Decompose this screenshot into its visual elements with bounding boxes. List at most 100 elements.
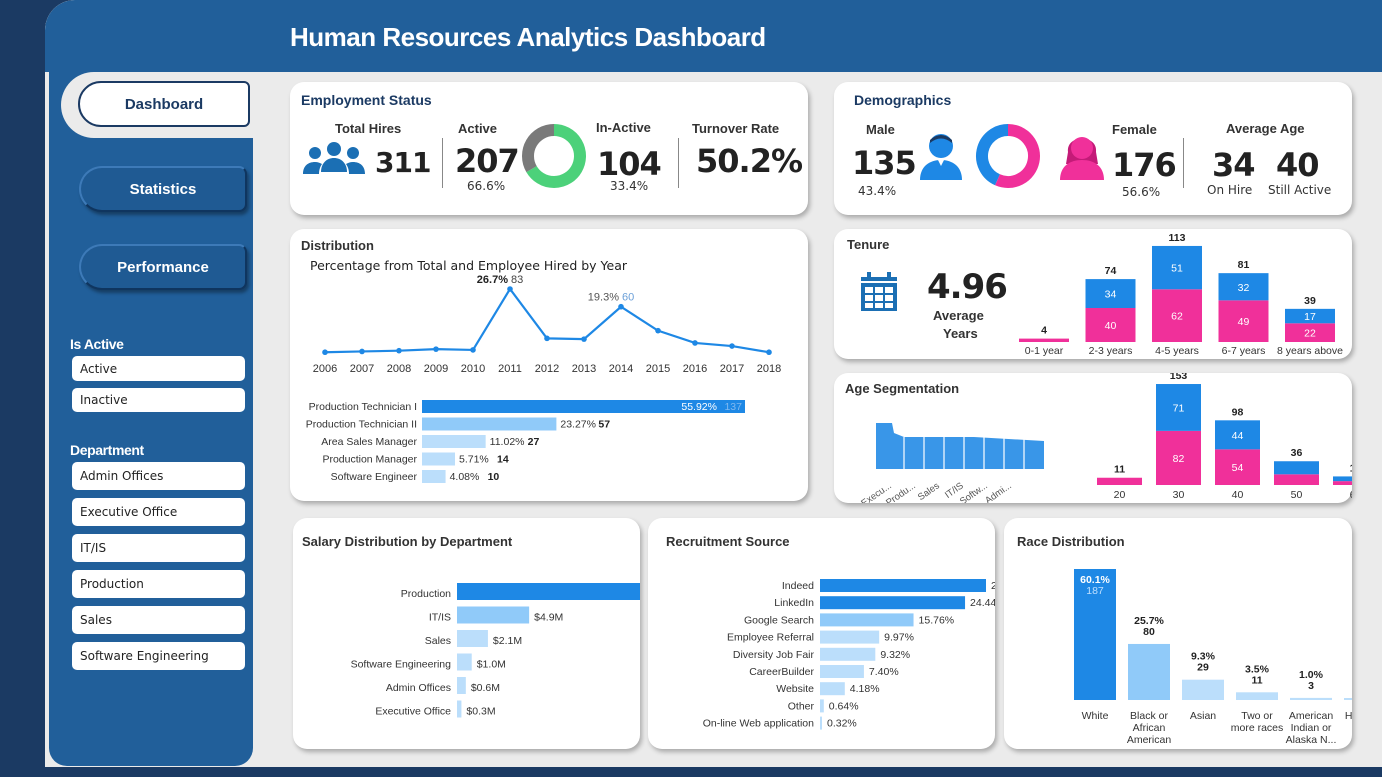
- bar-category-label: IT/IS: [429, 612, 451, 624]
- bar-category-label: Diversity Job Fair: [733, 649, 815, 661]
- bar-category-label: Indeed: [782, 580, 814, 592]
- bar-value-label: 0.32%: [827, 718, 857, 730]
- bar: [820, 630, 880, 644]
- filter-dept-production[interactable]: Production: [72, 570, 245, 598]
- data-point: [470, 347, 476, 353]
- bar-count-label: 3: [1308, 680, 1314, 692]
- average-label: Average: [933, 308, 984, 323]
- bar-category-label: Admin Offices: [386, 682, 451, 694]
- x-tick-label: 40: [1232, 489, 1244, 501]
- age-department-ribbon-chart: Execu...Produ...Sales IT/ISSoftw...Admi..…: [859, 423, 1044, 503]
- filter-option-active[interactable]: Active: [72, 356, 245, 381]
- bar: [820, 699, 824, 713]
- x-tick-label: Black or: [1130, 710, 1168, 722]
- x-tick-label: 2-3 years: [1089, 345, 1133, 357]
- distribution-card: Distribution Percentage from Total and E…: [290, 229, 808, 501]
- bar-value-label: 9.97%: [884, 632, 914, 644]
- active-inactive-donut-chart: [522, 124, 586, 188]
- card-title: Distribution: [301, 238, 374, 253]
- bar-segment-label: 51: [1171, 263, 1183, 275]
- x-tick-label: American: [1127, 734, 1172, 746]
- x-tick-label: Two or: [1241, 710, 1273, 722]
- filter-dept-executive-office[interactable]: Executive Office: [72, 498, 245, 526]
- card-title: Race Distribution: [1017, 534, 1125, 549]
- male-value: 135: [852, 144, 917, 182]
- x-tick-label: 2013: [572, 363, 596, 375]
- bar-pct-label: 11.02%: [490, 436, 525, 448]
- divider: [442, 138, 443, 188]
- recruitment-source-bar-chart: Indeed 27.97% LinkedIn 24.44% Google Search 1…: [703, 579, 995, 730]
- bar-category-label: Executive Office: [375, 706, 451, 718]
- filter-dept-sales[interactable]: Sales: [72, 606, 245, 634]
- bar-segment-label: 54: [1232, 462, 1244, 474]
- bar-category-label: Other: [788, 700, 815, 712]
- x-tick-label: 2007: [350, 363, 374, 375]
- filter-dept-admin-offices[interactable]: Admin Offices: [72, 462, 245, 490]
- bar-category-label: Production Technician II: [306, 419, 417, 431]
- female-label: Female: [1112, 122, 1157, 137]
- bar: [1182, 679, 1224, 700]
- filter-option-inactive[interactable]: Inactive: [72, 388, 245, 412]
- data-point: [581, 336, 587, 342]
- data-point: [396, 347, 402, 354]
- donut-slice-female: [995, 124, 1040, 188]
- bar-segment-label: 44: [1232, 430, 1244, 442]
- x-tick-label: 0-1 year: [1025, 345, 1064, 357]
- female-person-icon: [1060, 137, 1104, 180]
- nav-statistics-button[interactable]: Statistics: [79, 166, 247, 212]
- data-label-count: 60: [622, 292, 634, 304]
- bar: [1290, 697, 1332, 700]
- x-tick-label: 20: [1114, 489, 1126, 501]
- is-active-filter-label: Is Active: [70, 336, 124, 352]
- bar: [1236, 692, 1278, 700]
- bar-segment-label: 49: [1238, 316, 1250, 328]
- bar-total-label: 98: [1232, 406, 1244, 418]
- nav-dashboard-button[interactable]: Dashboard: [78, 81, 250, 127]
- inactive-label: In-Active: [596, 120, 651, 135]
- female-value: 176: [1112, 146, 1177, 184]
- bar-category-label: Production Technician I: [309, 401, 417, 413]
- bar-pct-label: 5.71%: [459, 454, 489, 466]
- turnover-rate-label: Turnover Rate: [692, 121, 780, 136]
- calendar-icon: [861, 272, 897, 311]
- x-tick-label: 2010: [461, 363, 485, 375]
- bar-category-label: Sales: [425, 635, 451, 647]
- bar-count-label: 57: [598, 419, 610, 431]
- bar: [820, 716, 822, 730]
- race-distribution-card: Race Distribution 60.1% 187 White 25.7% 80 Bl…: [1004, 518, 1352, 749]
- donut-slice-inactive: [522, 124, 555, 173]
- bar-value-label: $2.1M: [493, 635, 522, 647]
- x-tick-label: 2018: [757, 363, 781, 375]
- bar-value-label: 4.18%: [850, 683, 880, 695]
- active-label: Active: [458, 121, 498, 136]
- bar-total-label: 153: [1170, 373, 1188, 382]
- bar-segment-female: [1019, 338, 1069, 342]
- card-title: Employment Status: [301, 92, 432, 108]
- data-point: [544, 335, 550, 342]
- bar: [457, 700, 462, 718]
- x-tick-label: 2015: [646, 363, 670, 375]
- female-pct: 56.6%: [1122, 185, 1161, 199]
- x-tick-label: African: [1133, 722, 1166, 734]
- bar-count-label: 11: [1251, 674, 1262, 686]
- bar-category-label: Production: [401, 588, 451, 600]
- card-title: Recruitment Source: [666, 534, 790, 549]
- filter-dept-it-is[interactable]: IT/IS: [72, 534, 245, 562]
- bar-value-label: 27.97%: [991, 580, 995, 592]
- salary-by-department-bar-chart: Production$12.5MIT/IS$4.9MSales$2.1MSoft…: [351, 583, 640, 718]
- bar-count-label: 10: [488, 471, 500, 483]
- hires-line: [324, 287, 770, 354]
- bar: [820, 596, 966, 610]
- data-point: [766, 349, 772, 356]
- bar: [422, 435, 486, 448]
- card-title: Salary Distribution by Department: [302, 534, 513, 549]
- footer-bar: [0, 767, 1382, 777]
- bar-value-label: $4.9M: [534, 612, 563, 624]
- bar: [457, 606, 530, 624]
- x-tick-label: more races: [1231, 722, 1284, 734]
- bar-category-label: CareerBuilder: [749, 666, 814, 678]
- nav-performance-button[interactable]: Performance: [79, 244, 247, 290]
- bar-segment-label: 82: [1173, 453, 1185, 465]
- filter-dept-software-engineering[interactable]: Software Engineering: [72, 642, 245, 670]
- active-pct: 66.6%: [467, 179, 506, 193]
